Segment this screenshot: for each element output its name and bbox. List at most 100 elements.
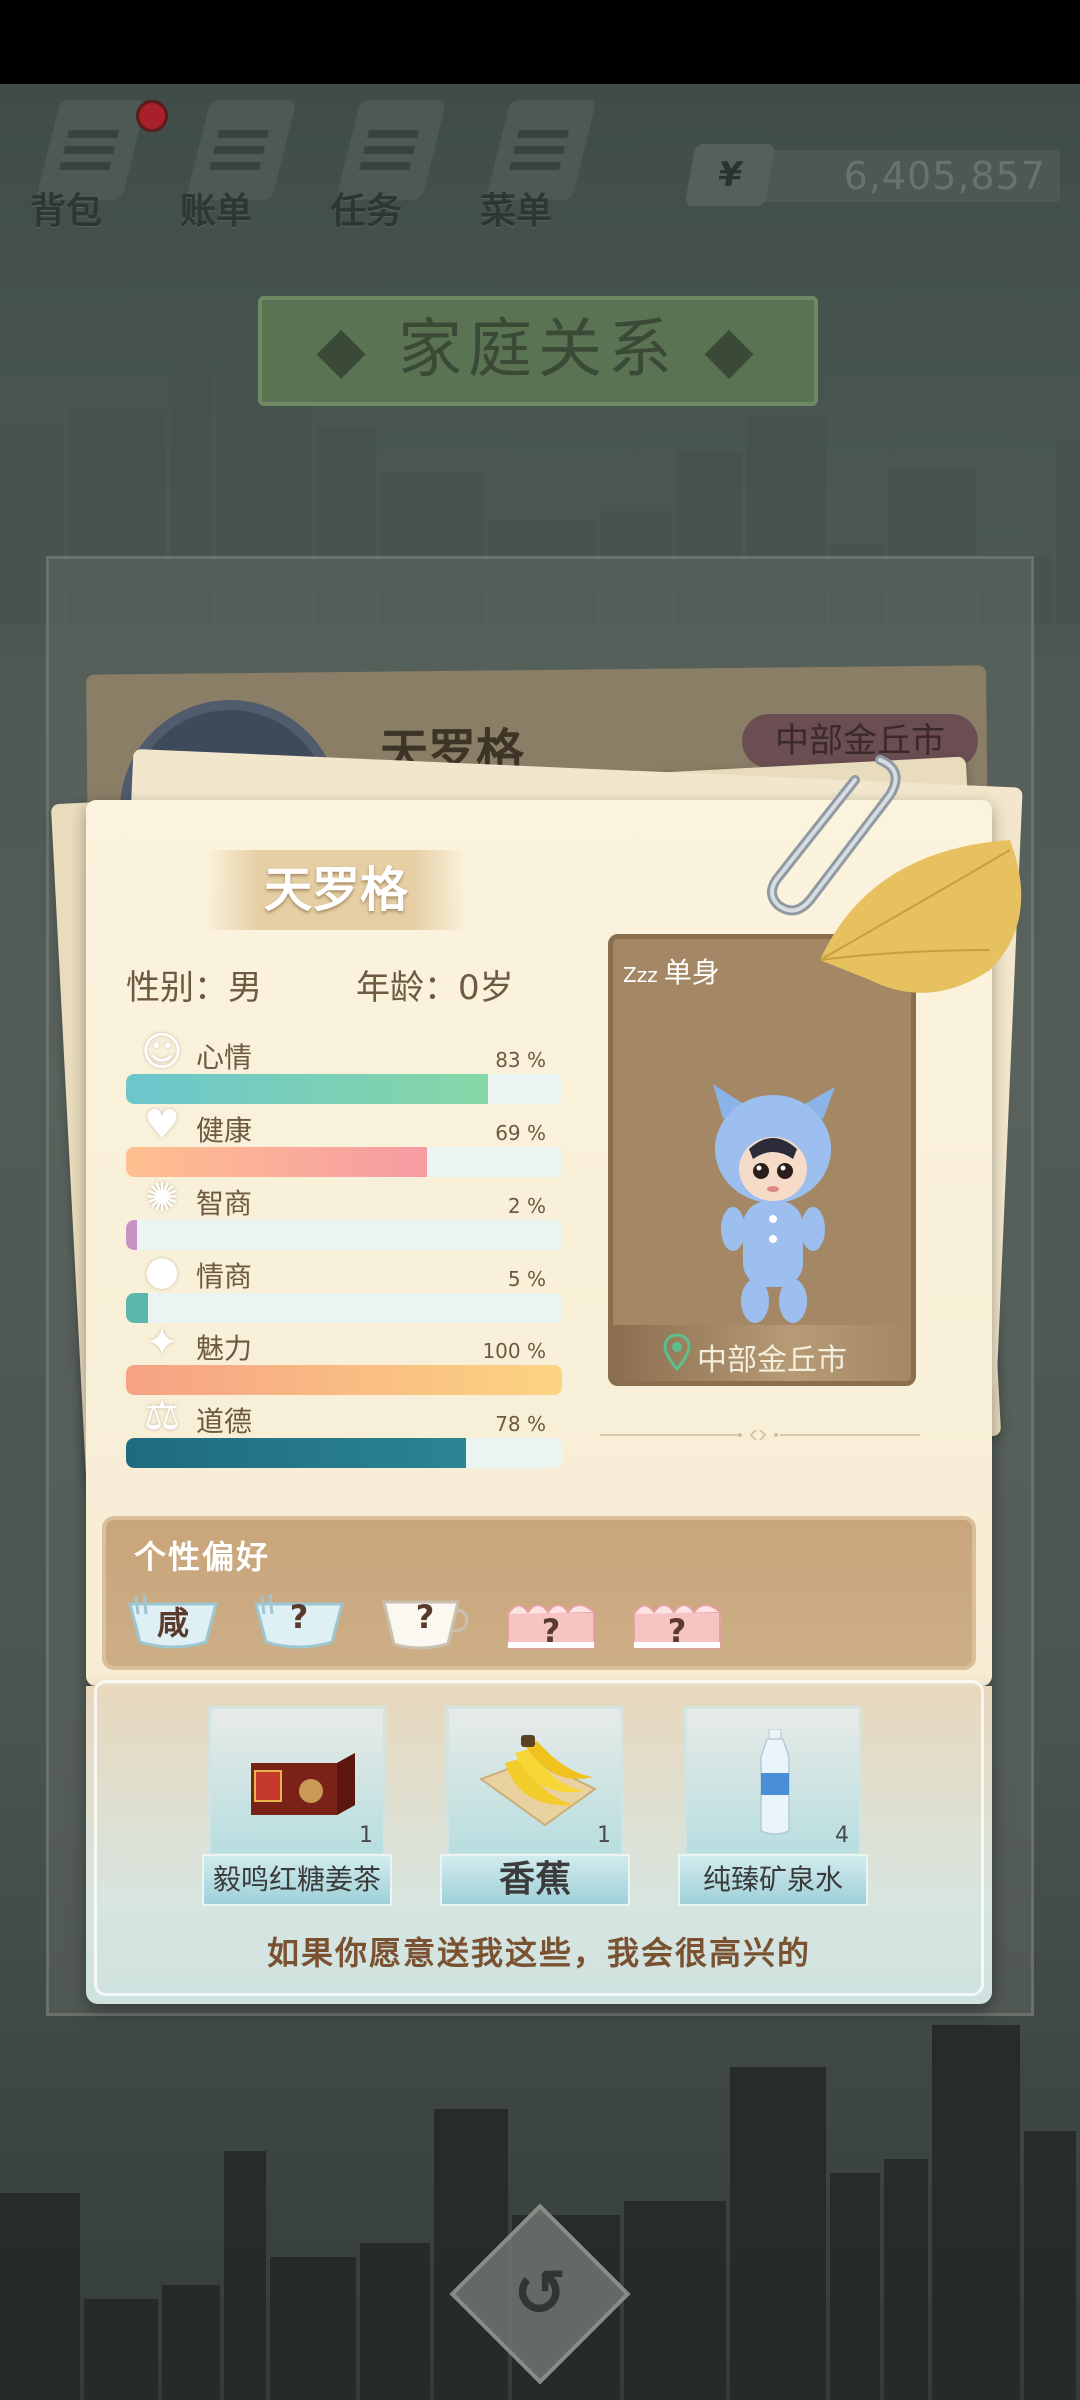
location-text: 中部金丘市 (697, 1343, 847, 1378)
gender-text: 性别：男 (126, 968, 262, 1008)
preferences-panel: 个性偏好 咸???? (102, 1516, 976, 1670)
bill-button[interactable]: 账单 (170, 100, 310, 240)
preference-item-3[interactable]: ? (504, 1590, 598, 1652)
scales-icon: ⚖ (144, 1393, 180, 1439)
stat-bar-fill (126, 1220, 137, 1250)
gift-item-slot: 4 (684, 1706, 862, 1856)
stat-bar-track (126, 1293, 562, 1323)
bill-label: 账单 (180, 191, 253, 232)
stat-bar-track (126, 1365, 562, 1395)
water-bottle-icon (760, 1729, 790, 1835)
stat-label: 道德 (196, 1405, 253, 1438)
ginkgo-leaf-icon (819, 840, 1022, 993)
building-silhouette (0, 2193, 80, 2400)
stat-value: 83 % (495, 1048, 546, 1072)
preference-item-1[interactable]: ? (252, 1590, 346, 1652)
stat-label: 智商 (196, 1187, 253, 1220)
gift-item-water[interactable]: 4 纯臻矿泉水 (678, 1706, 868, 1906)
preference-glyph: ? (289, 1598, 309, 1636)
stat-bar-track (126, 1074, 562, 1104)
stat-row-1: ♥ 健康 69 % (126, 1103, 562, 1177)
building-silhouette (830, 2173, 880, 2400)
stat-value: 5 % (507, 1267, 546, 1291)
stat-bar-track (126, 1147, 562, 1177)
stat-label: 健康 (196, 1114, 253, 1147)
stat-row-0: ☺ 心情 83 % (126, 1030, 562, 1104)
stat-value: 69 % (495, 1121, 546, 1145)
gift-item-label: 香蕉 (440, 1854, 630, 1906)
top-menu: 背包 账单 任务 菜单 (20, 100, 660, 240)
preferences-title: 个性偏好 (134, 1538, 271, 1576)
stat-value: 2 % (507, 1194, 546, 1218)
preference-glyph: 咸 (156, 1604, 189, 1642)
preference-glyph: ? (541, 1612, 561, 1650)
building-silhouette (730, 2067, 826, 2400)
stat-bar-fill (126, 1147, 427, 1177)
building-silhouette (1024, 2131, 1076, 2400)
gift-item-count: 4 (835, 1823, 849, 1848)
gift-item-count: 1 (597, 1823, 611, 1848)
return-arrow-icon: ↺ (513, 2257, 567, 2331)
page-title-text: ◆ 家庭关系 ◆ (316, 313, 760, 387)
preference-glyph: ? (667, 1612, 687, 1650)
sleep-icon: Zzz (623, 963, 658, 987)
building-silhouette (84, 2299, 158, 2400)
ginger-tea-icon (251, 1753, 355, 1815)
character-name-plate: 天罗格 (206, 850, 466, 930)
stat-label: 情商 (196, 1260, 253, 1293)
stat-bar-fill (126, 1074, 488, 1104)
baby-character-figure (713, 1084, 835, 1323)
currency-value: 6,405,857 (843, 154, 1046, 198)
gift-request-message: 如果你愿意送我这些，我会很高兴的 (266, 1934, 811, 1972)
stat-bar-track (126, 1220, 562, 1250)
gift-item-label: 毅鸣红糖姜茶 (202, 1854, 392, 1906)
stat-row-2: ✺ 智商 2 % (126, 1176, 562, 1250)
stat-value: 100 % (482, 1339, 546, 1363)
apple-icon: ● (144, 1248, 180, 1294)
gift-item-ginger-tea[interactable]: 1 毅鸣红糖姜茶 (202, 1706, 392, 1906)
banana-icon (478, 1735, 597, 1827)
ornamental-divider (600, 1430, 920, 1440)
stat-label: 魅力 (196, 1332, 253, 1365)
location-pin-icon (663, 1333, 691, 1371)
currency-display: ¥ 6,405,857 (684, 144, 1060, 208)
stat-bar-fill (126, 1293, 148, 1323)
task-label: 任务 (330, 191, 403, 232)
stat-label: 心情 (196, 1041, 253, 1074)
stat-row-5: ⚖ 道德 78 % (126, 1394, 562, 1468)
bag-label: 背包 (30, 191, 103, 232)
building-silhouette (1056, 441, 1080, 624)
preference-item-4[interactable]: ? (630, 1590, 724, 1652)
stat-value: 78 % (495, 1412, 546, 1436)
building-silhouette (224, 2151, 266, 2400)
building-silhouette (932, 2025, 1020, 2400)
building-silhouette (162, 2285, 220, 2400)
smile-icon: ☺ (141, 1029, 183, 1075)
preference-glyph: ? (415, 1598, 435, 1636)
age-text: 年龄：0岁 (356, 968, 514, 1008)
sparkle-icon: ✦ (145, 1320, 179, 1366)
location-tag: 中部金丘市 (613, 1325, 911, 1381)
gift-item-slot: 1 (208, 1706, 386, 1856)
page-title: ◆ 家庭关系 ◆ (258, 296, 818, 406)
stat-row-4: ✦ 魅力 100 % (126, 1321, 562, 1395)
preference-item-0[interactable]: 咸 (126, 1590, 220, 1652)
preference-item-2[interactable]: ? (378, 1590, 472, 1652)
bag-button[interactable]: 背包 (20, 100, 168, 240)
bulb-icon: ✺ (145, 1175, 179, 1221)
stat-row-3: ● 情商 5 % (126, 1249, 562, 1323)
menu-button[interactable]: 菜单 (470, 100, 610, 240)
building-silhouette (270, 2257, 356, 2400)
status-bar (0, 0, 1080, 84)
relationship-status-text: 单身 (663, 956, 720, 989)
gift-item-count: 1 (359, 1823, 373, 1848)
task-button[interactable]: 任务 (320, 100, 460, 240)
building-silhouette (884, 2159, 928, 2400)
building-silhouette (360, 2243, 430, 2400)
yen-icon: ¥ (684, 144, 776, 206)
gift-item-label: 纯臻矿泉水 (678, 1854, 868, 1906)
stat-bar-fill (126, 1365, 562, 1395)
heart-icon: ♥ (144, 1102, 180, 1148)
gift-item-banana[interactable]: 1 香蕉 (440, 1706, 630, 1906)
stat-bar-fill (126, 1438, 467, 1468)
